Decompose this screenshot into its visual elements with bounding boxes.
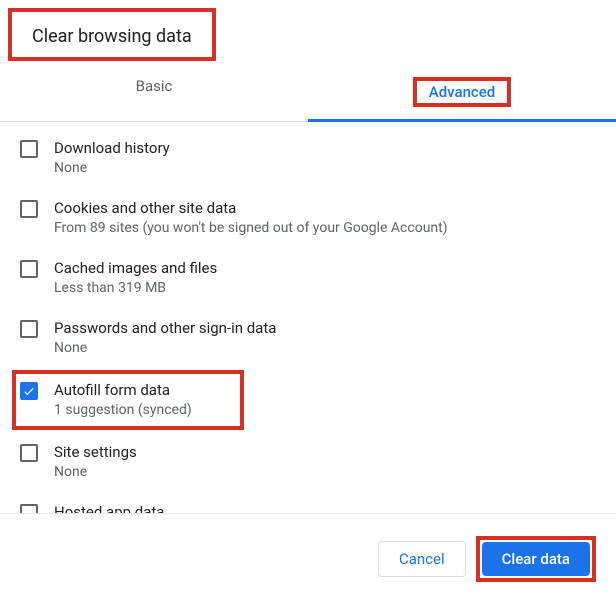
option-text: Download history None — [54, 138, 170, 178]
checkbox-download-history[interactable] — [20, 140, 38, 158]
dialog-title: Clear browsing data — [8, 8, 216, 61]
option-text: Cookies and other site data From 89 site… — [54, 198, 448, 238]
option-text: Hosted app data — [54, 502, 164, 514]
tab-bar: Basic Advanced — [0, 65, 616, 122]
option-subtitle: None — [54, 338, 276, 358]
checkbox-cookies[interactable] — [20, 200, 38, 218]
clear-data-button[interactable]: Clear data — [482, 542, 590, 576]
checkbox-passwords[interactable] — [20, 320, 38, 338]
check-icon — [22, 384, 36, 398]
option-title: Download history — [54, 138, 170, 158]
checkbox-site-settings[interactable] — [20, 444, 38, 462]
tab-advanced-label: Advanced — [413, 77, 511, 107]
option-title: Cached images and files — [54, 258, 217, 278]
cancel-button[interactable]: Cancel — [378, 541, 466, 577]
option-title: Hosted app data — [54, 502, 164, 514]
dialog-footer: Cancel Clear data — [0, 514, 616, 604]
option-title: Autofill form data — [54, 380, 192, 400]
option-site-settings[interactable]: Site settings None — [12, 432, 604, 492]
option-text: Site settings None — [54, 442, 137, 482]
option-cookies[interactable]: Cookies and other site data From 89 site… — [12, 188, 604, 248]
option-passwords[interactable]: Passwords and other sign-in data None — [12, 308, 604, 368]
option-text: Passwords and other sign-in data None — [54, 318, 276, 358]
option-subtitle: None — [54, 158, 170, 178]
checkbox-autofill[interactable] — [20, 382, 38, 400]
option-text: Autofill form data 1 suggestion (synced) — [54, 380, 192, 420]
tab-advanced[interactable]: Advanced — [308, 65, 616, 121]
option-title: Site settings — [54, 442, 137, 462]
option-text: Cached images and files Less than 319 MB — [54, 258, 217, 298]
clear-browsing-data-dialog: Clear browsing data Basic Advanced Downl… — [0, 0, 616, 604]
tab-basic-label: Basic — [136, 77, 173, 95]
tab-basic[interactable]: Basic — [0, 65, 308, 121]
option-subtitle: From 89 sites (you won't be signed out o… — [54, 218, 448, 238]
option-cached[interactable]: Cached images and files Less than 319 MB — [12, 248, 604, 308]
option-download-history[interactable]: Download history None — [12, 128, 604, 188]
option-subtitle: Less than 319 MB — [54, 278, 217, 298]
option-hosted-app[interactable]: Hosted app data — [12, 492, 604, 514]
option-title: Passwords and other sign-in data — [54, 318, 276, 338]
option-subtitle: 1 suggestion (synced) — [54, 400, 192, 420]
option-autofill[interactable]: Autofill form data 1 suggestion (synced) — [12, 370, 244, 430]
options-list: Download history None Cookies and other … — [0, 122, 616, 514]
option-subtitle: None — [54, 462, 137, 482]
checkbox-cached[interactable] — [20, 260, 38, 278]
option-title: Cookies and other site data — [54, 198, 448, 218]
clear-data-highlight: Clear data — [476, 536, 596, 582]
checkbox-hosted-app[interactable] — [20, 504, 38, 514]
